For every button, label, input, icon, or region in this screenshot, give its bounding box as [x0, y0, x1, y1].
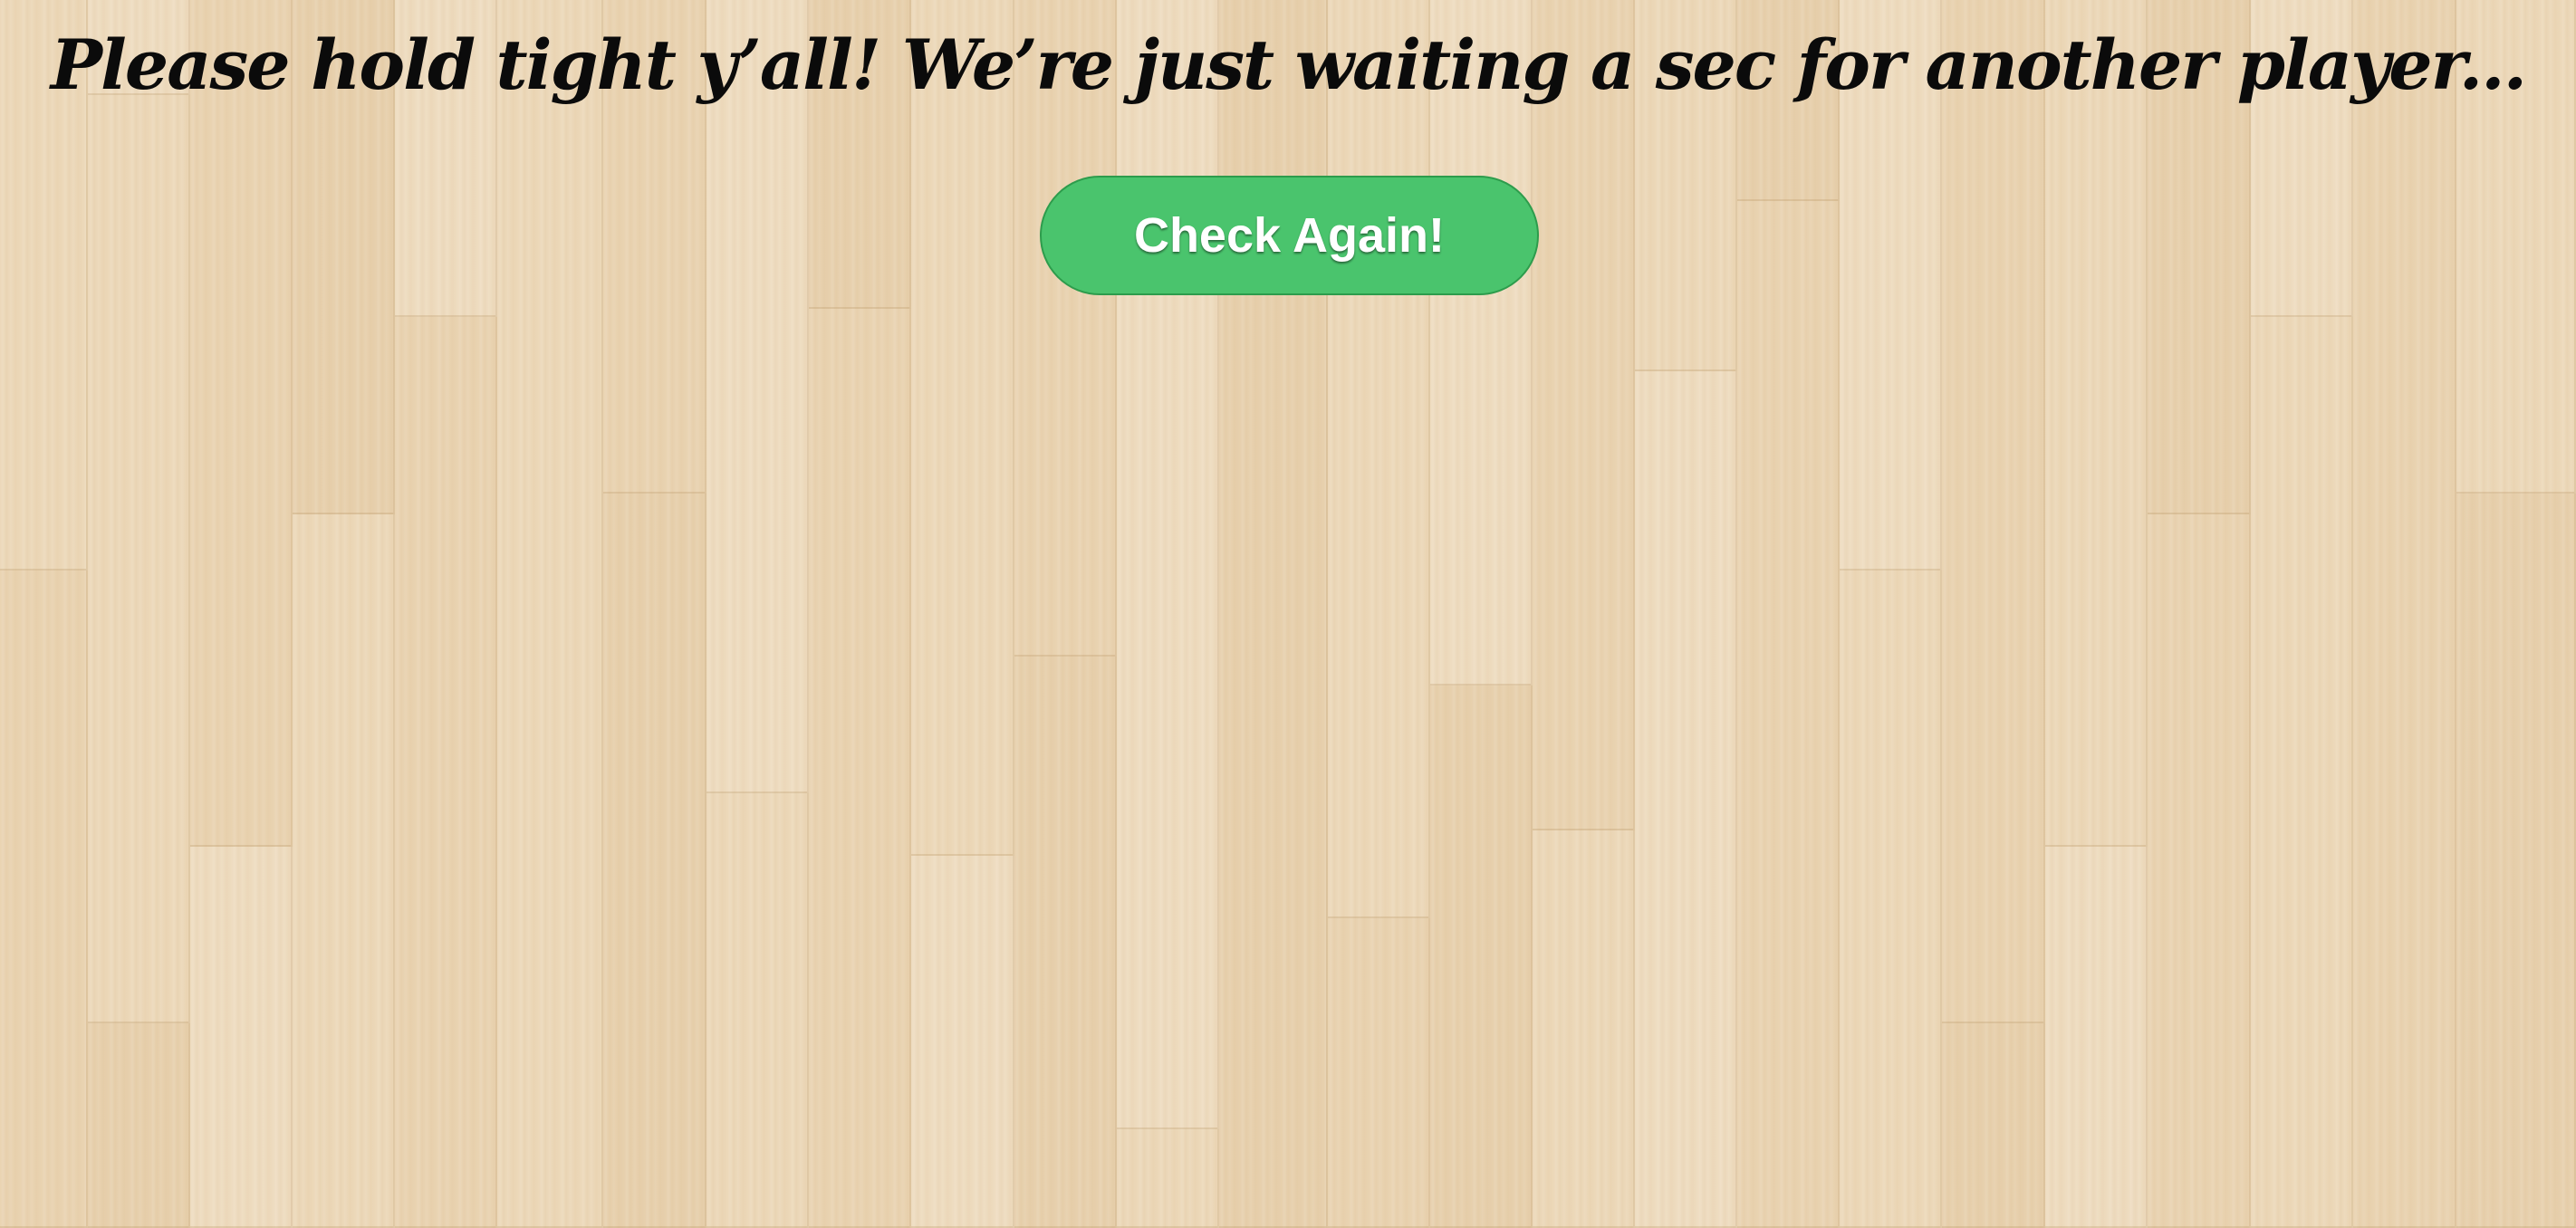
wood-plank: [1840, 571, 1942, 1228]
wood-plank: [1533, 830, 1635, 1228]
wood-plank: [1533, 0, 1635, 830]
waiting-header: Please hold tight y’all! We’re just wait…: [0, 11, 2576, 120]
wood-plank: [1328, 0, 1430, 918]
wood-plank: [0, 571, 88, 1228]
wood-plank: [911, 0, 1014, 856]
wood-plank: [2353, 0, 2456, 1228]
wood-plank: [1942, 1023, 2045, 1228]
waiting-message: Please hold tight y’all! We’re just wait…: [50, 24, 2527, 105]
wood-plank: [190, 0, 293, 847]
wood-plank: [603, 494, 706, 1228]
check-again-button[interactable]: Check Again!: [1040, 176, 1539, 295]
wood-plank: [293, 514, 395, 1228]
wood-plank: [190, 847, 293, 1228]
wood-plank: [1635, 371, 1737, 1228]
wood-plank: [1737, 201, 1840, 1228]
wood-plank: [2456, 494, 2576, 1228]
wood-plank: [1117, 1129, 1219, 1228]
wood-plank: [809, 309, 911, 1228]
wood-plank: [706, 793, 809, 1228]
wood-plank: [1117, 0, 1219, 1129]
wood-plank: [2251, 317, 2353, 1228]
wood-plank: [2045, 0, 2148, 847]
wood-plank: [2045, 847, 2148, 1228]
wood-plank: [1942, 0, 2045, 1023]
wood-plank: [1014, 657, 1117, 1228]
wood-plank: [395, 317, 497, 1228]
wood-plank: [1328, 918, 1430, 1228]
wood-plank: [911, 856, 1014, 1228]
wood-plank: [2148, 514, 2251, 1228]
wood-plank: [88, 95, 190, 1023]
wood-plank: [497, 0, 603, 1228]
wood-plank: [88, 1023, 190, 1228]
wood-plank: [1430, 686, 1533, 1228]
